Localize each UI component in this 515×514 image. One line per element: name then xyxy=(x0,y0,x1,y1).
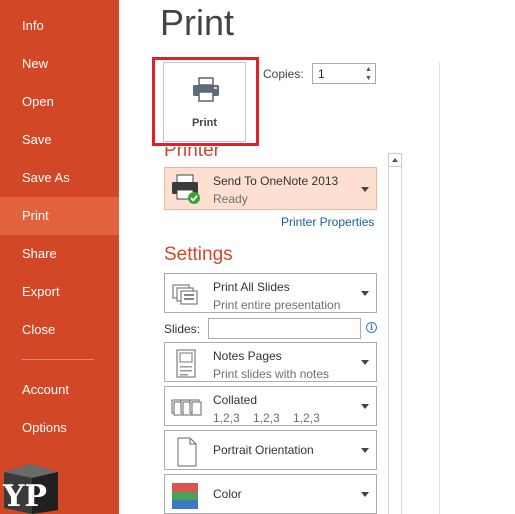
backstage-sidebar: Info New Open Save Save As Print Share E… xyxy=(0,0,119,514)
printer-name: Send To OneNote 2013 xyxy=(213,174,339,188)
collation-value: Collated xyxy=(213,393,258,407)
notes-pages-icon xyxy=(176,349,196,378)
layout-description: Print slides with notes xyxy=(213,367,330,381)
info-icon[interactable]: i xyxy=(366,322,377,333)
chevron-down-icon xyxy=(361,404,369,409)
printer-properties-link[interactable]: Printer Properties xyxy=(281,215,374,229)
color-icon xyxy=(172,483,198,509)
nav-print[interactable]: Print xyxy=(0,197,119,235)
printer-status: Ready xyxy=(213,192,248,206)
scroll-up-icon[interactable] xyxy=(388,153,402,167)
print-range-select[interactable]: Print All Slides Print entire presentati… xyxy=(164,273,377,313)
nav-new[interactable]: New xyxy=(0,45,119,83)
copies-value: 1 xyxy=(318,67,325,81)
printer-icon xyxy=(193,77,219,102)
slides-input[interactable] xyxy=(208,318,361,339)
logo-text: YP xyxy=(2,479,47,514)
nav-divider xyxy=(22,359,94,360)
collation-select[interactable]: Collated 1,2,3 1,2,3 1,2,3 xyxy=(164,386,377,426)
settings-scrollbar[interactable] xyxy=(388,153,402,514)
chevron-down-icon xyxy=(361,448,369,453)
print-button-label: Print xyxy=(191,117,218,129)
copies-label: Copies: xyxy=(263,67,304,81)
print-range-value: Print All Slides xyxy=(213,280,290,294)
layout-value: Notes Pages xyxy=(213,349,282,363)
nav-account[interactable]: Account xyxy=(0,371,119,409)
nav-share[interactable]: Share xyxy=(0,235,119,273)
printer-select[interactable]: Send To OneNote 2013 Ready xyxy=(164,167,377,210)
chevron-down-icon xyxy=(361,291,369,296)
nav-close[interactable]: Close xyxy=(0,311,119,349)
print-range-description: Print entire presentation xyxy=(213,298,341,312)
nav-options[interactable]: Options xyxy=(0,409,119,447)
nav-open[interactable]: Open xyxy=(0,83,119,121)
color-select[interactable]: Color xyxy=(164,474,377,514)
slides-label: Slides: xyxy=(164,322,201,336)
collation-description: 1,2,3 1,2,3 1,2,3 xyxy=(213,411,320,425)
nav-save[interactable]: Save xyxy=(0,121,119,159)
chevron-down-icon xyxy=(361,492,369,497)
portrait-icon xyxy=(177,437,197,467)
copies-decrement-icon[interactable]: ▼ xyxy=(363,74,374,83)
collated-icon xyxy=(171,399,202,416)
copies-stepper[interactable]: 1 ▲ ▼ xyxy=(312,63,376,84)
orientation-select[interactable]: Portrait Orientation xyxy=(164,430,377,470)
color-value: Color xyxy=(213,487,242,501)
all-slides-icon xyxy=(172,284,198,305)
printer-ready-icon xyxy=(172,174,200,204)
printer-heading: Printer xyxy=(164,140,220,161)
orientation-value: Portrait Orientation xyxy=(213,443,314,457)
chevron-down-icon xyxy=(361,187,369,192)
nav-export[interactable]: Export xyxy=(0,273,119,311)
yp-logo: YP xyxy=(2,464,58,514)
nav-save-as[interactable]: Save As xyxy=(0,159,119,197)
nav-info[interactable]: Info xyxy=(0,7,119,45)
page-title: Print xyxy=(160,2,235,43)
copies-increment-icon[interactable]: ▲ xyxy=(363,65,374,74)
layout-select[interactable]: Notes Pages Print slides with notes xyxy=(164,342,377,382)
print-button[interactable]: Print xyxy=(163,62,246,142)
chevron-down-icon xyxy=(361,360,369,365)
settings-heading: Settings xyxy=(164,244,233,265)
preview-divider xyxy=(439,62,440,514)
